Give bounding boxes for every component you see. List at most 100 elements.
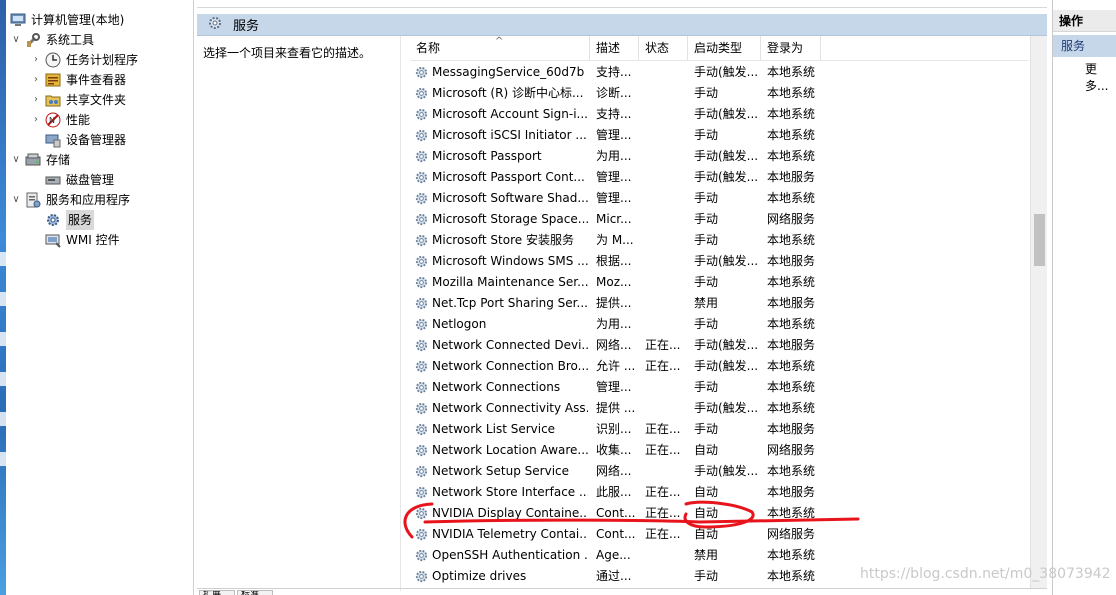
table-row[interactable]: Mozilla Maintenance Ser... Moz... 手动 本地系统 [410,272,1028,293]
service-name: Network Connections [432,380,561,394]
column-header-logon-as[interactable]: 登录为 [761,36,821,61]
tree-item-computer-management[interactable]: 计算机管理(本地) [10,10,124,30]
table-row[interactable]: NVIDIA Telemetry Contai... Cont... 正在... 自动… [410,524,1028,545]
tools-icon [25,32,41,48]
tree-item-performance[interactable]: › N 性能 [30,110,90,130]
service-name-cell: Microsoft Passport Cont... [414,167,588,188]
tree-item-event-viewer[interactable]: › 事件查看器 [30,70,126,90]
table-row[interactable]: Microsoft Passport 为用... 手动(触发... 本地系统 [410,146,1028,167]
service-status [645,209,691,230]
tree-item-task-scheduler[interactable]: › 任务计划程序 [30,50,138,70]
table-row[interactable]: Microsoft Account Sign-i... 支持... 手动(触发...… [410,104,1028,125]
gear-icon [414,254,429,269]
chevron-down-icon[interactable]: ∨ [10,30,22,50]
tree-item-shared-folders[interactable]: › 共享文件夹 [30,90,126,110]
service-startup-type: 手动 [694,317,719,331]
performance-icon: N [45,112,61,128]
service-name-cell: Microsoft Passport [414,146,588,167]
service-startup-type: 自动 [694,443,719,457]
wmi-icon [45,232,61,248]
service-logon-as: 本地服务 [767,338,816,352]
tree-item-wmi-control[interactable]: WMI 控件 [45,230,120,250]
device-manager-icon [45,132,61,148]
actions-section-services[interactable]: 服务 [1053,35,1116,57]
service-description: 诊断... [596,86,632,100]
table-row[interactable]: Network Location Aware... 收集... 正在... 自动 网络服… [410,440,1028,461]
table-row[interactable]: Microsoft Storage Space... Micr... 手动 网络服务 [410,209,1028,230]
table-row[interactable]: NVIDIA Display Containe... Cont... 正在... 自动… [410,503,1028,524]
shared-folder-icon [45,92,61,108]
service-name: Netlogon [432,317,487,331]
table-row[interactable]: MessagingService_60d7b 支持... 手动(触发... 本地系统 [410,62,1028,83]
service-startup-type: 手动(触发... [694,464,759,478]
chevron-down-icon[interactable]: ∨ [10,150,22,170]
service-status [645,314,691,335]
service-startup-type: 手动 [694,422,719,436]
table-row[interactable]: Network Store Interface ... 此服... 正在... 自动 本… [410,482,1028,503]
scrollbar-thumb[interactable] [1034,214,1045,266]
column-header-status[interactable]: 状态 [639,36,688,61]
table-row[interactable]: Network Setup Service 网络... 手动(触发... 本地系统 [410,461,1028,482]
table-row[interactable]: Network Connection Bro... 允许 ... 正在... 手动(触… [410,356,1028,377]
chevron-right-icon[interactable]: › [30,50,42,70]
table-row[interactable]: Microsoft Passport Cont... 管理... 手动(触发... 本… [410,167,1028,188]
gear-icon [45,212,61,228]
service-status [645,461,691,482]
service-name-cell: Microsoft iSCSI Initiator ... [414,125,588,146]
tree-item-device-manager[interactable]: 设备管理器 [45,130,126,150]
table-row[interactable]: Network Connected Devi... 网络... 正在... 手动(触发… [410,335,1028,356]
tree-item-services-and-apps[interactable]: ∨ 服务和应用程序 [10,190,130,210]
tree-label: 存储 [46,153,71,167]
table-row[interactable]: Microsoft iSCSI Initiator ... 管理... 手动 本地系统 [410,125,1028,146]
service-name: Mozilla Maintenance Ser... [432,275,588,289]
tree-item-disk-management[interactable]: 磁盘管理 [45,170,114,190]
table-row[interactable]: Microsoft Windows SMS ... 根据... 手动(触发... 本地… [410,251,1028,272]
table-row[interactable]: Network List Service 识别... 正在... 手动 本地服务 [410,419,1028,440]
service-description: 网络... [596,464,632,478]
service-logon-as: 本地系统 [767,275,816,289]
tree-label: 设备管理器 [66,133,127,147]
more-actions-link[interactable]: 更多... [1085,60,1116,94]
table-row[interactable]: Network Connectivity Ass... 提供 ... 手动(触发..… [410,398,1028,419]
service-status: 正在... [645,485,681,499]
tree-item-system-tools[interactable]: ∨ 系统工具 [10,30,94,50]
description-prompt: 选择一个项目来查看它的描述。 [203,46,372,60]
service-startup-type: 手动 [694,191,719,205]
service-name: Microsoft Store 安装服务 [432,233,574,247]
chevron-right-icon[interactable]: › [30,70,42,90]
tree-label: 计算机管理(本地) [31,13,125,27]
column-header-startup-type[interactable]: 启动类型 [688,36,761,61]
chevron-down-icon[interactable]: ∨ [10,190,22,210]
table-row[interactable]: Microsoft Store 安装服务 为 M... 手动 本地系统 [410,230,1028,251]
chevron-right-icon[interactable]: › [30,90,42,110]
table-row[interactable]: Microsoft (R) 诊断中心标... 诊断... 手动 本地系统 [410,83,1028,104]
tab-standard[interactable]: 标准 [237,590,273,595]
service-name-cell: Microsoft Account Sign-i... [414,104,588,125]
tree-item-services[interactable]: 服务 [45,210,95,230]
clock-icon [45,52,61,68]
table-row[interactable]: OpenSSH Authentication ... Age... 禁用 本地系统 [410,545,1028,566]
table-row[interactable]: Net.Tcp Port Sharing Ser... 提供... 禁用 本地服务 [410,293,1028,314]
table-row[interactable]: Microsoft Software Shad... 管理... 手动 本地系统 [410,188,1028,209]
service-name-cell: Network Connections [414,377,588,398]
chevron-right-icon[interactable]: › [30,110,42,130]
service-status [645,188,691,209]
service-description: 管理... [596,380,632,394]
table-row[interactable]: Netlogon 为用... 手动 本地系统 [410,314,1028,335]
service-name-cell: Network List Service [414,419,588,440]
table-row[interactable]: Network Connections 管理... 手动 本地系统 [410,377,1028,398]
service-name: OpenSSH Authentication ... [432,548,588,562]
service-description: 支持... [596,65,632,79]
service-logon-as: 本地服务 [767,170,816,184]
service-logon-as: 本地服务 [767,422,816,436]
service-status [645,62,691,83]
vertical-scrollbar[interactable] [1030,36,1047,588]
table-header: 名称 ^ 描述 状态 启动类型 登录为 [410,36,1028,61]
tab-extended[interactable]: 扩展 [199,590,235,595]
service-startup-type: 手动(触发... [694,359,759,373]
event-viewer-icon [45,72,61,88]
column-header-description[interactable]: 描述 [590,36,639,61]
tree-item-storage[interactable]: ∨ 存储 [10,150,70,170]
service-logon-as: 本地系统 [767,86,816,100]
actions-pane: 操作 服务 更多... [1052,0,1116,595]
